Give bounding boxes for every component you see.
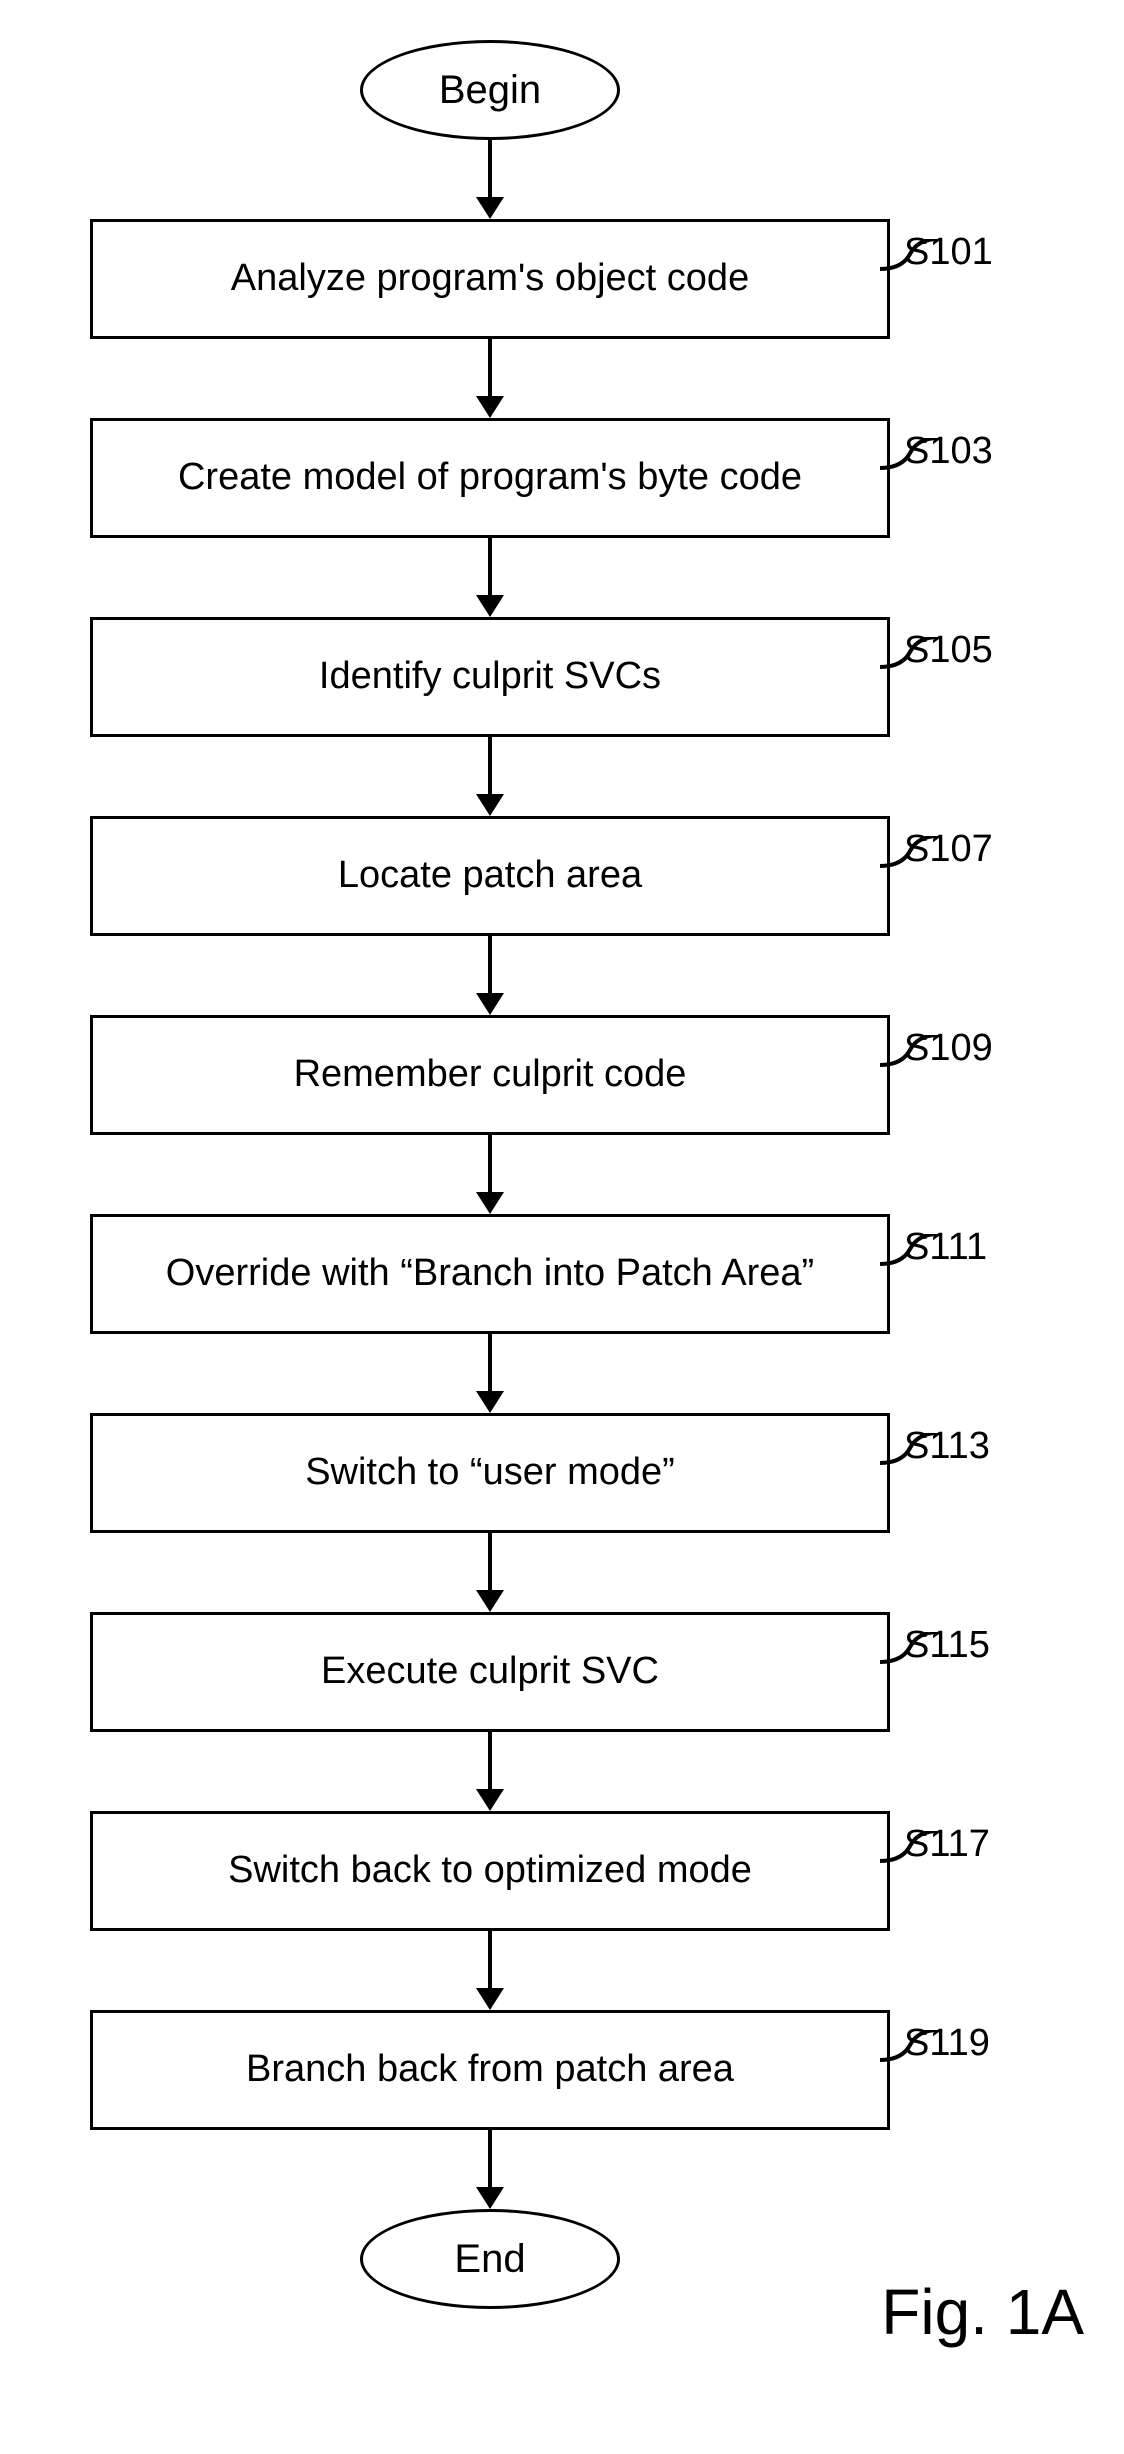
step-id: S101 bbox=[904, 231, 993, 274]
step-s119: Branch back from patch area S119 bbox=[90, 2010, 890, 2130]
step-s111: Override with “Branch into Patch Area” S… bbox=[90, 1214, 890, 1334]
step-text: Override with “Branch into Patch Area” bbox=[166, 1253, 814, 1295]
arrow-icon bbox=[476, 1334, 504, 1413]
step-id: S117 bbox=[904, 1823, 990, 1866]
step-text: Locate patch area bbox=[338, 855, 642, 897]
step-id: S107 bbox=[904, 828, 993, 871]
process-box: Identify culprit SVCs bbox=[90, 617, 890, 737]
end-label: End bbox=[454, 2237, 525, 2282]
step-id: S115 bbox=[904, 1624, 990, 1667]
process-box: Execute culprit SVC bbox=[90, 1612, 890, 1732]
arrow-icon bbox=[476, 2130, 504, 2209]
process-box: Branch back from patch area bbox=[90, 2010, 890, 2130]
process-box: Switch back to optimized mode bbox=[90, 1811, 890, 1931]
step-text: Analyze program's object code bbox=[231, 258, 749, 300]
terminator-end: End bbox=[360, 2209, 620, 2309]
arrow-icon bbox=[476, 538, 504, 617]
arrow-icon bbox=[476, 1732, 504, 1811]
step-text: Execute culprit SVC bbox=[321, 1651, 659, 1693]
step-id: S119 bbox=[904, 2022, 990, 2065]
arrow-icon bbox=[476, 140, 504, 219]
arrow-icon bbox=[476, 936, 504, 1015]
figure-label: Fig. 1A bbox=[881, 2275, 1084, 2349]
step-text: Branch back from patch area bbox=[246, 2049, 734, 2091]
process-box: Create model of program's byte code bbox=[90, 418, 890, 538]
begin-label: Begin bbox=[439, 68, 541, 113]
figure-page: Begin Analyze program's object code S101… bbox=[0, 0, 1124, 2369]
arrow-icon bbox=[476, 1533, 504, 1612]
process-box: Locate patch area bbox=[90, 816, 890, 936]
step-s117: Switch back to optimized mode S117 bbox=[90, 1811, 890, 1931]
step-s103: Create model of program's byte code S103 bbox=[90, 418, 890, 538]
step-text: Switch to “user mode” bbox=[305, 1452, 675, 1494]
arrow-icon bbox=[476, 339, 504, 418]
step-text: Identify culprit SVCs bbox=[319, 656, 661, 698]
step-text: Switch back to optimized mode bbox=[228, 1850, 752, 1892]
process-box: Switch to “user mode” bbox=[90, 1413, 890, 1533]
step-id: S113 bbox=[904, 1425, 990, 1468]
terminator-begin: Begin bbox=[360, 40, 620, 140]
step-id: S105 bbox=[904, 629, 993, 672]
step-id: S103 bbox=[904, 430, 993, 473]
step-s107: Locate patch area S107 bbox=[90, 816, 890, 936]
arrow-icon bbox=[476, 1135, 504, 1214]
process-box: Override with “Branch into Patch Area” bbox=[90, 1214, 890, 1334]
process-box: Remember culprit code bbox=[90, 1015, 890, 1135]
step-s115: Execute culprit SVC S115 bbox=[90, 1612, 890, 1732]
step-id: S109 bbox=[904, 1027, 993, 1070]
step-text: Create model of program's byte code bbox=[178, 457, 802, 499]
step-id: S111 bbox=[904, 1226, 987, 1269]
step-s113: Switch to “user mode” S113 bbox=[90, 1413, 890, 1533]
arrow-icon bbox=[476, 737, 504, 816]
step-s101: Analyze program's object code S101 bbox=[90, 219, 890, 339]
step-text: Remember culprit code bbox=[294, 1054, 687, 1096]
process-box: Analyze program's object code bbox=[90, 219, 890, 339]
arrow-icon bbox=[476, 1931, 504, 2010]
flowchart: Begin Analyze program's object code S101… bbox=[60, 40, 920, 2309]
step-s105: Identify culprit SVCs S105 bbox=[90, 617, 890, 737]
step-s109: Remember culprit code S109 bbox=[90, 1015, 890, 1135]
